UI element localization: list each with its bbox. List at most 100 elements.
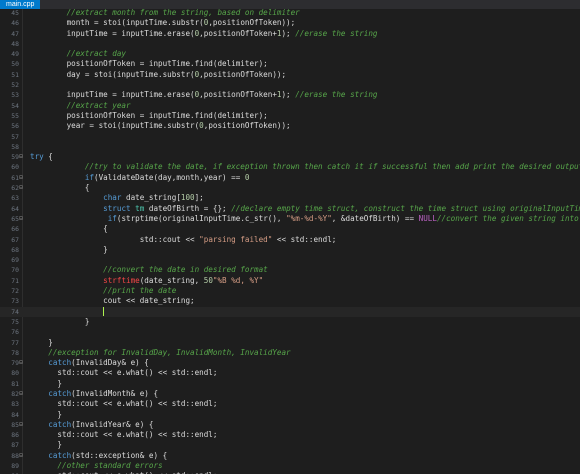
fold-toggle-icon[interactable]: ⊟ (18, 214, 24, 224)
code-line[interactable]: 60 //try to validate the date, if except… (0, 162, 580, 172)
code-line[interactable]: 75 } (0, 317, 580, 327)
code-line[interactable]: 70 //convert the date in desired format (0, 265, 580, 275)
code-line[interactable]: 49 //extract day (0, 49, 580, 59)
fold-toggle-icon[interactable]: ⊟ (18, 389, 24, 399)
line-number: 76 (11, 328, 19, 337)
code-token: strftime (103, 275, 140, 285)
code-line[interactable]: 63 char date_string[100]; (0, 193, 580, 203)
code-token: ,positionOfToken)); (203, 121, 291, 131)
line-code (30, 307, 105, 317)
code-line[interactable]: 55 positionOfToken = inputTime.find(deli… (0, 111, 580, 121)
line-number: 59 (11, 153, 19, 162)
code-line[interactable]: 68 } (0, 245, 580, 255)
line-number: 83 (11, 400, 19, 409)
line-code: } (30, 410, 62, 420)
code-line[interactable]: 54 //extract year (0, 101, 580, 111)
line-code: { (30, 183, 90, 193)
code-line[interactable]: 77 } (0, 338, 580, 348)
code-token: //erase the string (295, 28, 378, 38)
code-token: //convert the date in desired format (30, 265, 268, 275)
code-line[interactable]: 62 ⊟ { (0, 183, 580, 193)
code-token: inputTime = inputTime.erase( (30, 28, 195, 38)
fold-toggle-icon[interactable]: ⊟ (18, 420, 24, 430)
line-number: 74 (11, 307, 19, 316)
tab-bar: main.cpp (0, 0, 580, 9)
code-line[interactable]: 79 ⊟ catch(InvalidDay& e) { (0, 358, 580, 368)
line-number: 79 (11, 359, 19, 368)
code-line[interactable]: 81 } (0, 379, 580, 389)
line-number: 69 (11, 256, 19, 265)
line-code: positionOfToken = inputTime.find(delimit… (30, 59, 268, 69)
code-line[interactable]: 61 ⊟ if(ValidateDate(day,month,year) == 0 (0, 173, 580, 183)
line-number: 75 (11, 317, 19, 326)
code-line[interactable]: 65 ⊟ if(strptime(originalInputTime.c_str(… (0, 214, 580, 224)
code-token: } (30, 244, 108, 254)
code-line[interactable]: 47 inputTime = inputTime.erase(0,positio… (0, 29, 580, 39)
code-line[interactable]: 84 } (0, 410, 580, 420)
code-token: { (30, 224, 108, 234)
line-number: 82 (11, 389, 19, 398)
code-line[interactable]: 80 std::cout << e.what() << std::endl; (0, 368, 580, 378)
line-code: } (30, 245, 108, 255)
line-number: 64 (11, 204, 19, 213)
code-token: positionOfToken = inputTime.find(delimit… (30, 59, 268, 69)
code-token: date_string[ (121, 193, 181, 203)
code-line[interactable]: 87 } (0, 440, 580, 450)
code-line[interactable]: 67 std::cout << "parsing failed" << std:… (0, 235, 580, 245)
code-line[interactable]: 51 day = stoi(inputTime.substr(0,positio… (0, 70, 580, 80)
line-code: catch(std::exception& e) { (30, 451, 167, 461)
code-editor[interactable]: 45 //extract month from the string, base… (0, 9, 580, 474)
line-code: month = stoi(inputTime.substr(0,position… (30, 18, 296, 28)
code-line[interactable]: 72 //print the date (0, 286, 580, 296)
line-code: inputTime = inputTime.erase(0,positionOf… (30, 29, 378, 39)
code-line[interactable]: 50 positionOfToken = inputTime.find(deli… (0, 59, 580, 69)
fold-toggle-icon[interactable]: ⊟ (18, 173, 24, 183)
code-line[interactable]: 59 ⊟ try { (0, 152, 580, 162)
code-token: (ValidateDate(day,month,year) == (94, 172, 245, 182)
code-line[interactable]: 57 (0, 132, 580, 142)
code-line[interactable]: 74 (0, 306, 580, 317)
code-token: if (107, 213, 117, 223)
code-token: inputTime = inputTime.erase( (30, 90, 195, 100)
code-line[interactable]: 56 year = stoi(inputTime.substr(0,positi… (0, 121, 580, 131)
code-line[interactable]: 85 ⊟ catch(InvalidYear& e) { (0, 420, 580, 430)
code-line[interactable]: 71 strftime(date_string, 50"%B %d, %Y" (0, 276, 580, 286)
code-token: catch (48, 358, 72, 368)
code-token: //extract month from the string, based o… (30, 9, 300, 17)
code-line[interactable]: 76 (0, 327, 580, 337)
code-line[interactable]: 88 ⊟ catch(std::exception& e) { (0, 451, 580, 461)
line-code: catch(InvalidYear& e) { (30, 420, 153, 430)
tab-main-cpp[interactable]: main.cpp (0, 0, 41, 9)
code-line[interactable]: 53 inputTime = inputTime.erase(0,positio… (0, 90, 580, 100)
code-line[interactable]: 69 (0, 255, 580, 265)
line-number: 58 (11, 142, 19, 151)
code-line[interactable]: 73 cout << date_string; (0, 296, 580, 306)
line-number: 52 (11, 81, 19, 90)
code-line[interactable]: 52 (0, 80, 580, 90)
code-line[interactable]: 66 { (0, 224, 580, 234)
code-line[interactable]: 83 std::cout << e.what() << std::endl; (0, 399, 580, 409)
code-line[interactable]: 89 //other standard errors (0, 461, 580, 471)
code-line[interactable]: 45 //extract month from the string, base… (0, 9, 580, 18)
fold-toggle-icon[interactable]: ⊟ (18, 358, 24, 368)
line-code: std::cout << "parsing failed" << std::en… (30, 235, 337, 245)
line-code: char date_string[100]; (30, 193, 204, 203)
code-token: tm (135, 203, 145, 213)
line-number: 63 (11, 194, 19, 203)
fold-toggle-icon[interactable]: ⊟ (18, 183, 24, 193)
line-number: 50 (11, 60, 19, 69)
line-code: std::cout << e.what() << std::endl; (30, 368, 217, 378)
code-line[interactable]: 48 (0, 39, 580, 49)
line-number: 70 (11, 266, 19, 275)
code-line[interactable]: 64 struct tm dateOfBirth = {}; //declare… (0, 204, 580, 214)
code-line[interactable]: 58 (0, 142, 580, 152)
code-line[interactable]: 86 std::cout << e.what() << std::endl; (0, 430, 580, 440)
line-code: if(strptime(originalInputTime.c_str(), "… (30, 214, 579, 224)
fold-toggle-icon[interactable]: ⊟ (18, 152, 24, 162)
code-line[interactable]: 46 month = stoi(inputTime.substr(0,posit… (0, 18, 580, 28)
code-line[interactable]: 82 ⊟ catch(InvalidMonth& e) { (0, 389, 580, 399)
code-line[interactable]: 78 //exception for InvalidDay, InvalidMo… (0, 348, 580, 358)
fold-toggle-icon[interactable]: ⊟ (18, 451, 24, 461)
